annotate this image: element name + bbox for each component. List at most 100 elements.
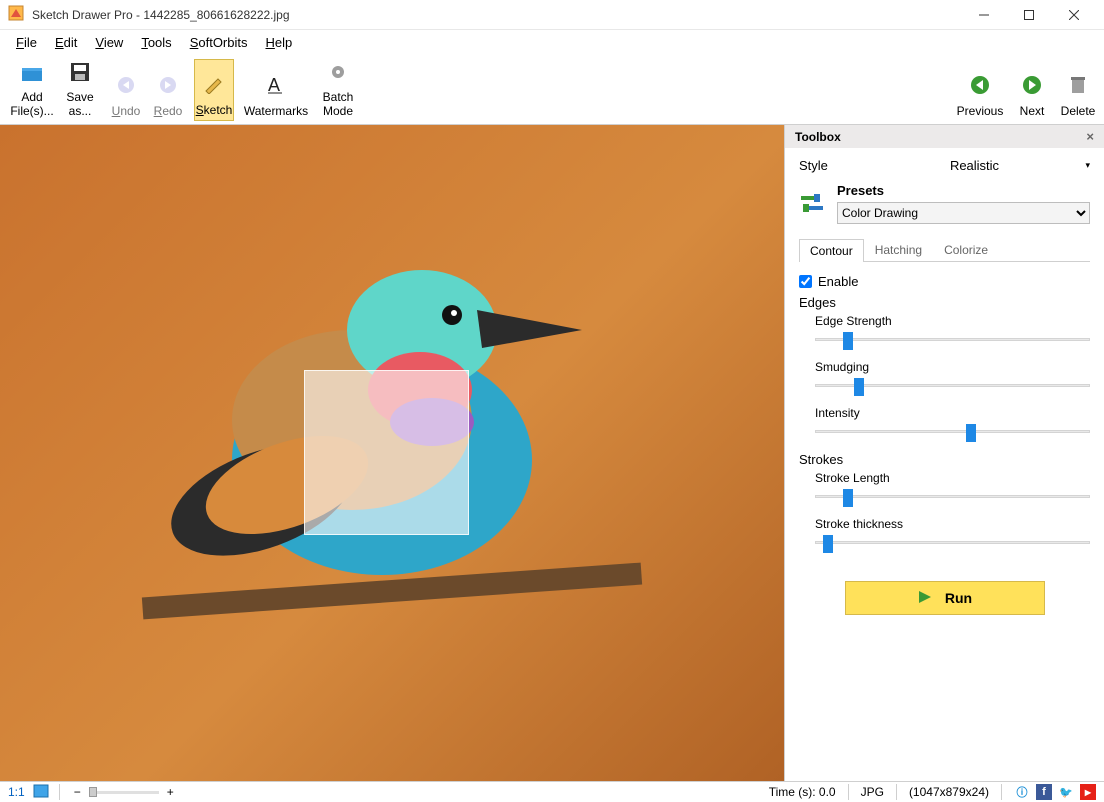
zoom-out-button[interactable]: − xyxy=(70,785,85,799)
smudging-slider[interactable] xyxy=(815,378,1090,392)
previous-label: Previous xyxy=(957,105,1004,119)
watermarks-button[interactable]: A Watermarks xyxy=(240,59,312,121)
toolbar: Add File(s)... Save as... Undo Redo Sket… xyxy=(0,55,1104,125)
floppy-icon xyxy=(70,62,90,86)
intensity-slider[interactable] xyxy=(815,424,1090,438)
presets-label: Presets xyxy=(837,183,1090,198)
zoom-slider[interactable] xyxy=(89,788,159,796)
redo-icon xyxy=(158,75,178,99)
style-row: Style Realistic ▾ xyxy=(799,158,1090,173)
delete-button[interactable]: Delete xyxy=(1058,59,1098,121)
watermarks-label: Watermarks xyxy=(244,105,308,119)
style-dropdown[interactable]: Realistic ▾ xyxy=(859,158,1090,173)
toolbox-close-icon[interactable]: × xyxy=(1086,129,1094,144)
redo-label: Redo xyxy=(154,105,183,119)
status-time: Time (s): 0.0 xyxy=(769,785,836,799)
smudging-label: Smudging xyxy=(815,360,1090,374)
stroke-length-label: Stroke Length xyxy=(815,471,1090,485)
tab-contour[interactable]: Contour xyxy=(799,239,864,262)
intensity-label: Intensity xyxy=(815,406,1090,420)
undo-button[interactable]: Undo xyxy=(106,59,146,121)
run-arrow-icon xyxy=(917,589,935,608)
chevron-down-icon: ▾ xyxy=(1085,160,1090,171)
youtube-icon[interactable]: ▶ xyxy=(1080,784,1096,800)
sketch-preview-rect[interactable] xyxy=(304,370,469,535)
status-dimensions: (1047x879x24) xyxy=(909,785,989,799)
add-files-label: Add File(s)... xyxy=(8,91,56,119)
watermark-icon: A xyxy=(266,75,286,99)
trash-icon xyxy=(1069,75,1087,99)
menu-softorbits[interactable]: SoftOrbits xyxy=(182,32,256,53)
twitter-icon[interactable]: 🐦 xyxy=(1058,784,1074,800)
strokes-group-label: Strokes xyxy=(799,452,1090,467)
toolbox-header: Toolbox × xyxy=(785,125,1104,148)
menu-help[interactable]: Help xyxy=(257,32,300,53)
stroke-length-param: Stroke Length xyxy=(815,471,1090,503)
arrow-left-icon xyxy=(970,75,990,99)
toolbox-panel: Toolbox × Style Realistic ▾ Presets Colo… xyxy=(784,125,1104,781)
next-label: Next xyxy=(1020,105,1045,119)
next-button[interactable]: Next xyxy=(1012,59,1052,121)
image-canvas[interactable] xyxy=(0,125,784,781)
gear-icon xyxy=(328,62,348,86)
menu-tools[interactable]: Tools xyxy=(133,32,179,53)
stroke-thickness-param: Stroke thickness xyxy=(815,517,1090,549)
svg-text:A: A xyxy=(268,75,280,95)
close-button[interactable] xyxy=(1051,0,1096,30)
edges-group-label: Edges xyxy=(799,295,1090,310)
maximize-button[interactable] xyxy=(1006,0,1051,30)
zoom-ratio-button[interactable]: 1:1 xyxy=(4,785,29,799)
sketch-button[interactable]: Sketch xyxy=(194,59,234,121)
workarea: Toolbox × Style Realistic ▾ Presets Colo… xyxy=(0,125,1104,781)
save-as-button[interactable]: Save as... xyxy=(60,59,100,121)
edge-strength-label: Edge Strength xyxy=(815,314,1090,328)
folder-open-icon xyxy=(21,64,43,86)
fit-screen-icon[interactable] xyxy=(33,784,49,801)
save-as-label: Save as... xyxy=(62,91,98,119)
toolbox-title: Toolbox xyxy=(795,130,841,144)
toolbox-tabs: Contour Hatching Colorize xyxy=(799,238,1090,262)
app-icon xyxy=(8,5,32,24)
window-title: Sketch Drawer Pro - 1442285_80661628222.… xyxy=(32,8,961,22)
arrow-right-icon xyxy=(1022,75,1042,99)
intensity-param: Intensity xyxy=(815,406,1090,438)
pencil-icon xyxy=(203,76,225,98)
menu-file[interactable]: File xyxy=(8,32,45,53)
batch-mode-button[interactable]: Batch Mode xyxy=(318,59,358,121)
minimize-button[interactable] xyxy=(961,0,1006,30)
tab-colorize[interactable]: Colorize xyxy=(933,238,999,261)
run-button[interactable]: Run xyxy=(845,581,1045,615)
enable-input[interactable] xyxy=(799,275,812,288)
smudging-param: Smudging xyxy=(815,360,1090,392)
presets-icon xyxy=(799,190,827,218)
delete-label: Delete xyxy=(1061,105,1096,119)
facebook-icon[interactable]: f xyxy=(1036,784,1052,800)
menubar: File Edit View Tools SoftOrbits Help xyxy=(0,30,1104,55)
run-label: Run xyxy=(945,590,972,606)
stroke-thickness-slider[interactable] xyxy=(815,535,1090,549)
zoom-in-button[interactable]: + xyxy=(163,785,178,799)
titlebar: Sketch Drawer Pro - 1442285_80661628222.… xyxy=(0,0,1104,30)
stroke-length-slider[interactable] xyxy=(815,489,1090,503)
status-format: JPG xyxy=(861,785,884,799)
edge-strength-slider[interactable] xyxy=(815,332,1090,346)
presets-select[interactable]: Color Drawing xyxy=(837,202,1090,224)
enable-checkbox[interactable]: Enable xyxy=(799,274,1090,289)
sketch-label: Sketch xyxy=(196,104,233,118)
menu-view[interactable]: View xyxy=(87,32,131,53)
batch-mode-label: Batch Mode xyxy=(320,91,356,119)
statusbar: 1:1 − + Time (s): 0.0 JPG (1047x879x24) … xyxy=(0,781,1104,802)
style-label: Style xyxy=(799,158,859,173)
enable-label: Enable xyxy=(818,274,858,289)
stroke-thickness-label: Stroke thickness xyxy=(815,517,1090,531)
undo-icon xyxy=(116,75,136,99)
undo-label: Undo xyxy=(112,105,141,119)
menu-edit[interactable]: Edit xyxy=(47,32,85,53)
presets-row: Presets Color Drawing xyxy=(799,183,1090,224)
redo-button[interactable]: Redo xyxy=(148,59,188,121)
style-value: Realistic xyxy=(950,158,999,173)
previous-button[interactable]: Previous xyxy=(954,59,1006,121)
info-icon[interactable]: ⓘ xyxy=(1014,784,1030,800)
tab-hatching[interactable]: Hatching xyxy=(864,238,933,261)
add-files-button[interactable]: Add File(s)... xyxy=(6,59,58,121)
